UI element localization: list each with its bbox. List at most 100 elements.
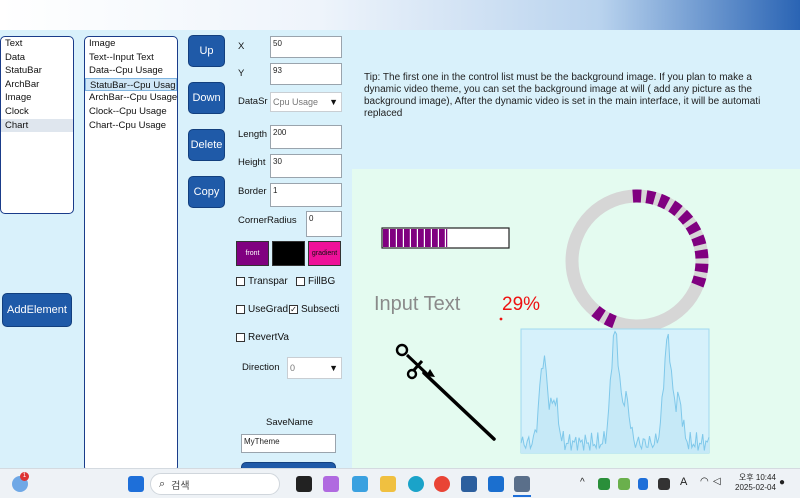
element-type-list[interactable]: Text Data StatuBar ArchBar Image Clock C… <box>0 36 74 214</box>
element-type-item[interactable]: ArchBar <box>1 78 73 92</box>
revert-value-label: RevertVa <box>248 332 289 343</box>
tip-line: dynamic video theme, you can set the bac… <box>364 84 752 95</box>
border-input[interactable]: 1 <box>270 183 342 207</box>
subsection-checkbox[interactable]: ✓ Subsecti <box>289 304 343 315</box>
revert-value-checkbox[interactable]: RevertVa <box>236 332 290 343</box>
datasource-select[interactable]: Cpu Usage ▼ <box>270 92 342 112</box>
clock-hand-icon[interactable] <box>395 343 496 441</box>
control-list-item[interactable]: Chart--Cpu Usage <box>85 119 177 133</box>
archbar-segment <box>694 248 709 259</box>
direction-value: 0 <box>290 363 296 373</box>
tray-app-icon[interactable] <box>658 478 670 490</box>
archbar-segment <box>685 221 702 236</box>
bell-icon[interactable]: ● <box>779 477 785 488</box>
clock-date: 2025-02-04 <box>735 483 776 492</box>
store-icon[interactable] <box>461 476 477 492</box>
element-type-item[interactable]: StatuBar <box>1 64 73 78</box>
task-view-icon[interactable] <box>296 476 312 492</box>
element-type-item[interactable]: Text <box>1 37 73 51</box>
use-gradient-checkbox[interactable]: UseGrad <box>236 304 290 315</box>
tray-app-icon[interactable] <box>598 478 610 490</box>
control-list-item[interactable]: Image <box>85 37 177 51</box>
border-label: Border <box>238 186 267 197</box>
bluetooth-icon[interactable] <box>638 478 648 490</box>
element-type-item[interactable]: Chart <box>1 118 73 133</box>
transparent-label: Transpar <box>248 276 288 287</box>
corner-radius-label: CornerRadius <box>238 215 297 226</box>
transparent-checkbox[interactable]: Transpar <box>236 276 290 287</box>
input-text-preview[interactable]: Input Text <box>374 293 461 315</box>
checkbox-box <box>236 305 245 314</box>
add-element-button[interactable]: AddElement <box>2 293 72 327</box>
statusbar-segment <box>418 229 424 247</box>
statusbar-segment <box>425 229 431 247</box>
clock[interactable]: 오후 10:44 2025-02-04 <box>735 473 776 493</box>
direction-label: Direction <box>242 362 280 373</box>
x-input[interactable]: 50 <box>270 36 342 58</box>
statusbar-segment <box>446 229 448 247</box>
gradient-color-swatch[interactable]: gradient <box>308 241 341 266</box>
statusbar-fill <box>383 229 448 247</box>
archbar-segment <box>591 305 606 322</box>
front-color-swatch[interactable]: front <box>236 241 269 266</box>
length-input[interactable]: 200 <box>270 125 342 149</box>
element-type-item[interactable]: Image <box>1 91 73 105</box>
archbar-segment <box>677 209 694 225</box>
theme-editor: Text Data StatuBar ArchBar Image Clock C… <box>0 30 800 476</box>
up-button[interactable]: Up <box>188 35 225 67</box>
percent-dot <box>499 317 503 321</box>
element-type-item[interactable]: Data <box>1 51 73 65</box>
y-input[interactable]: 93 <box>270 63 342 85</box>
archbar-segment <box>691 234 707 247</box>
direction-select[interactable]: 0 ▼ <box>287 357 342 379</box>
ime-icon[interactable]: A <box>680 476 687 488</box>
wifi-icon[interactable]: ◠ <box>700 476 709 487</box>
copy-button[interactable]: Copy <box>188 176 225 208</box>
archbar-segment <box>694 263 709 274</box>
widgets-icon[interactable] <box>352 476 368 492</box>
volume-icon[interactable]: ◁ <box>713 476 721 487</box>
cpu-chart-preview[interactable] <box>520 328 710 454</box>
cpu-percent-preview[interactable]: 29% <box>502 294 540 315</box>
back-color-swatch[interactable] <box>272 241 305 266</box>
control-list-item[interactable]: ArchBar--Cpu Usage <box>85 91 177 105</box>
checkbox-box <box>236 333 245 342</box>
statusbar-preview[interactable] <box>381 227 510 249</box>
control-list-item[interactable]: Data--Cpu Usage <box>85 64 177 78</box>
datasource-label: DataSr <box>238 96 268 107</box>
archbar-segment <box>668 200 683 217</box>
delete-button[interactable]: Delete <box>188 129 225 161</box>
archbar-segment <box>657 193 671 210</box>
chrome-icon[interactable] <box>434 476 450 492</box>
chevron-down-icon: ▼ <box>329 363 338 373</box>
statusbar-segment <box>390 229 396 247</box>
theme-preview-canvas[interactable]: Input Text 29% <box>352 169 800 469</box>
tray-app-icon[interactable] <box>618 478 630 490</box>
archbar-segment <box>691 275 707 288</box>
app-icon[interactable] <box>514 476 530 492</box>
edge-icon[interactable] <box>408 476 424 492</box>
savename-input[interactable]: MyTheme <box>241 434 336 453</box>
control-list[interactable]: Image Text--Input Text Data--Cpu Usage S… <box>84 36 178 472</box>
statusbar-segment <box>432 229 438 247</box>
control-list-item[interactable]: Clock--Cpu Usage <box>85 105 177 119</box>
corner-radius-input[interactable]: 0 <box>306 211 342 237</box>
control-list-item[interactable]: Text--Input Text <box>85 51 177 65</box>
defender-icon[interactable] <box>488 476 504 492</box>
down-button[interactable]: Down <box>188 82 225 114</box>
control-list-item[interactable]: StatuBar--Cpu Usage <box>85 77 177 92</box>
check-icon: ✓ <box>289 304 298 314</box>
copilot-icon[interactable] <box>323 476 339 492</box>
search-placeholder: 검색 <box>171 480 190 492</box>
savename-label: SaveName <box>266 417 313 428</box>
statusbar-segment <box>397 229 403 247</box>
chevron-up-icon[interactable]: ^ <box>580 477 585 488</box>
height-input[interactable]: 30 <box>270 154 342 178</box>
archbar-preview[interactable] <box>565 189 709 333</box>
taskbar-search-box[interactable]: ⌕ 검색 <box>150 473 280 495</box>
fillbg-checkbox[interactable]: FillBG <box>296 276 346 287</box>
clock-ampm: 오후 <box>738 473 754 482</box>
windows-start-icon[interactable] <box>128 476 144 492</box>
file-explorer-icon[interactable] <box>380 476 396 492</box>
element-type-item[interactable]: Clock <box>1 105 73 119</box>
